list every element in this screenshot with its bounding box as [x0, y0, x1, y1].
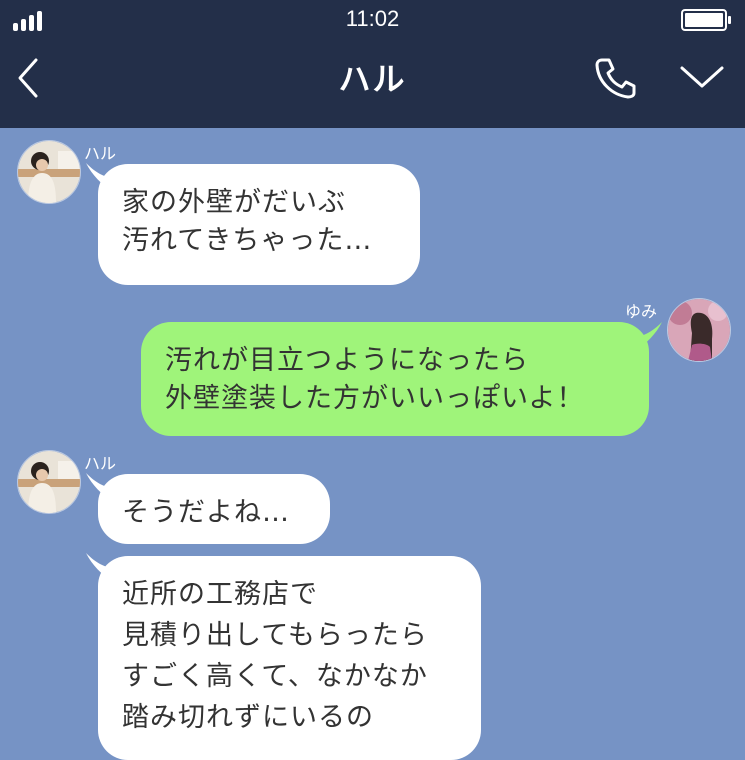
message-bubble[interactable]: 汚れが目立つようになったら 外壁塗装した方がいいっぽいよ！ — [141, 322, 649, 436]
message-line: 汚れてきちゃった… — [122, 225, 373, 256]
avatar-haru[interactable] — [17, 140, 81, 204]
chevron-down-icon[interactable] — [678, 62, 726, 92]
status-time: 11:02 — [345, 6, 400, 31]
message-line: すごく高くて、なかなか — [122, 661, 428, 692]
status-bar: 11:02 — [0, 0, 745, 40]
avatar-haru[interactable] — [17, 450, 81, 514]
chat-header: 11:02 ハル — [0, 0, 745, 128]
message-line: 見積り出してもらったら — [122, 620, 428, 651]
message-line: 踏み切れずにいるの — [122, 702, 374, 733]
sender-name: ゆみ — [625, 302, 658, 321]
battery-icon — [681, 9, 731, 31]
phone-icon[interactable] — [592, 56, 638, 100]
message-line: 家の外壁がだいぶ — [122, 187, 346, 218]
avatar-yumi[interactable] — [667, 298, 731, 362]
avatar-haru-image — [18, 141, 80, 203]
avatar-yumi-image — [668, 299, 730, 361]
sender-name: ハル — [84, 144, 117, 163]
message-line: 汚れが目立つようになったら — [165, 345, 529, 376]
message-bubble[interactable]: 近所の工務店で 見積り出してもらったら すごく高くて、なかなか 踏み切れずにいる… — [98, 556, 481, 760]
message-line: そうだよね… — [122, 497, 290, 528]
message-line: 近所の工務店で — [122, 579, 318, 610]
sender-name: ハル — [84, 454, 117, 473]
message-bubble[interactable]: 家の外壁がだいぶ 汚れてきちゃった… — [98, 164, 420, 285]
message-line: 外壁塗装した方がいいっぽいよ！ — [165, 383, 585, 414]
message-bubble[interactable]: そうだよね… — [98, 474, 330, 544]
avatar-haru-image — [18, 451, 80, 513]
